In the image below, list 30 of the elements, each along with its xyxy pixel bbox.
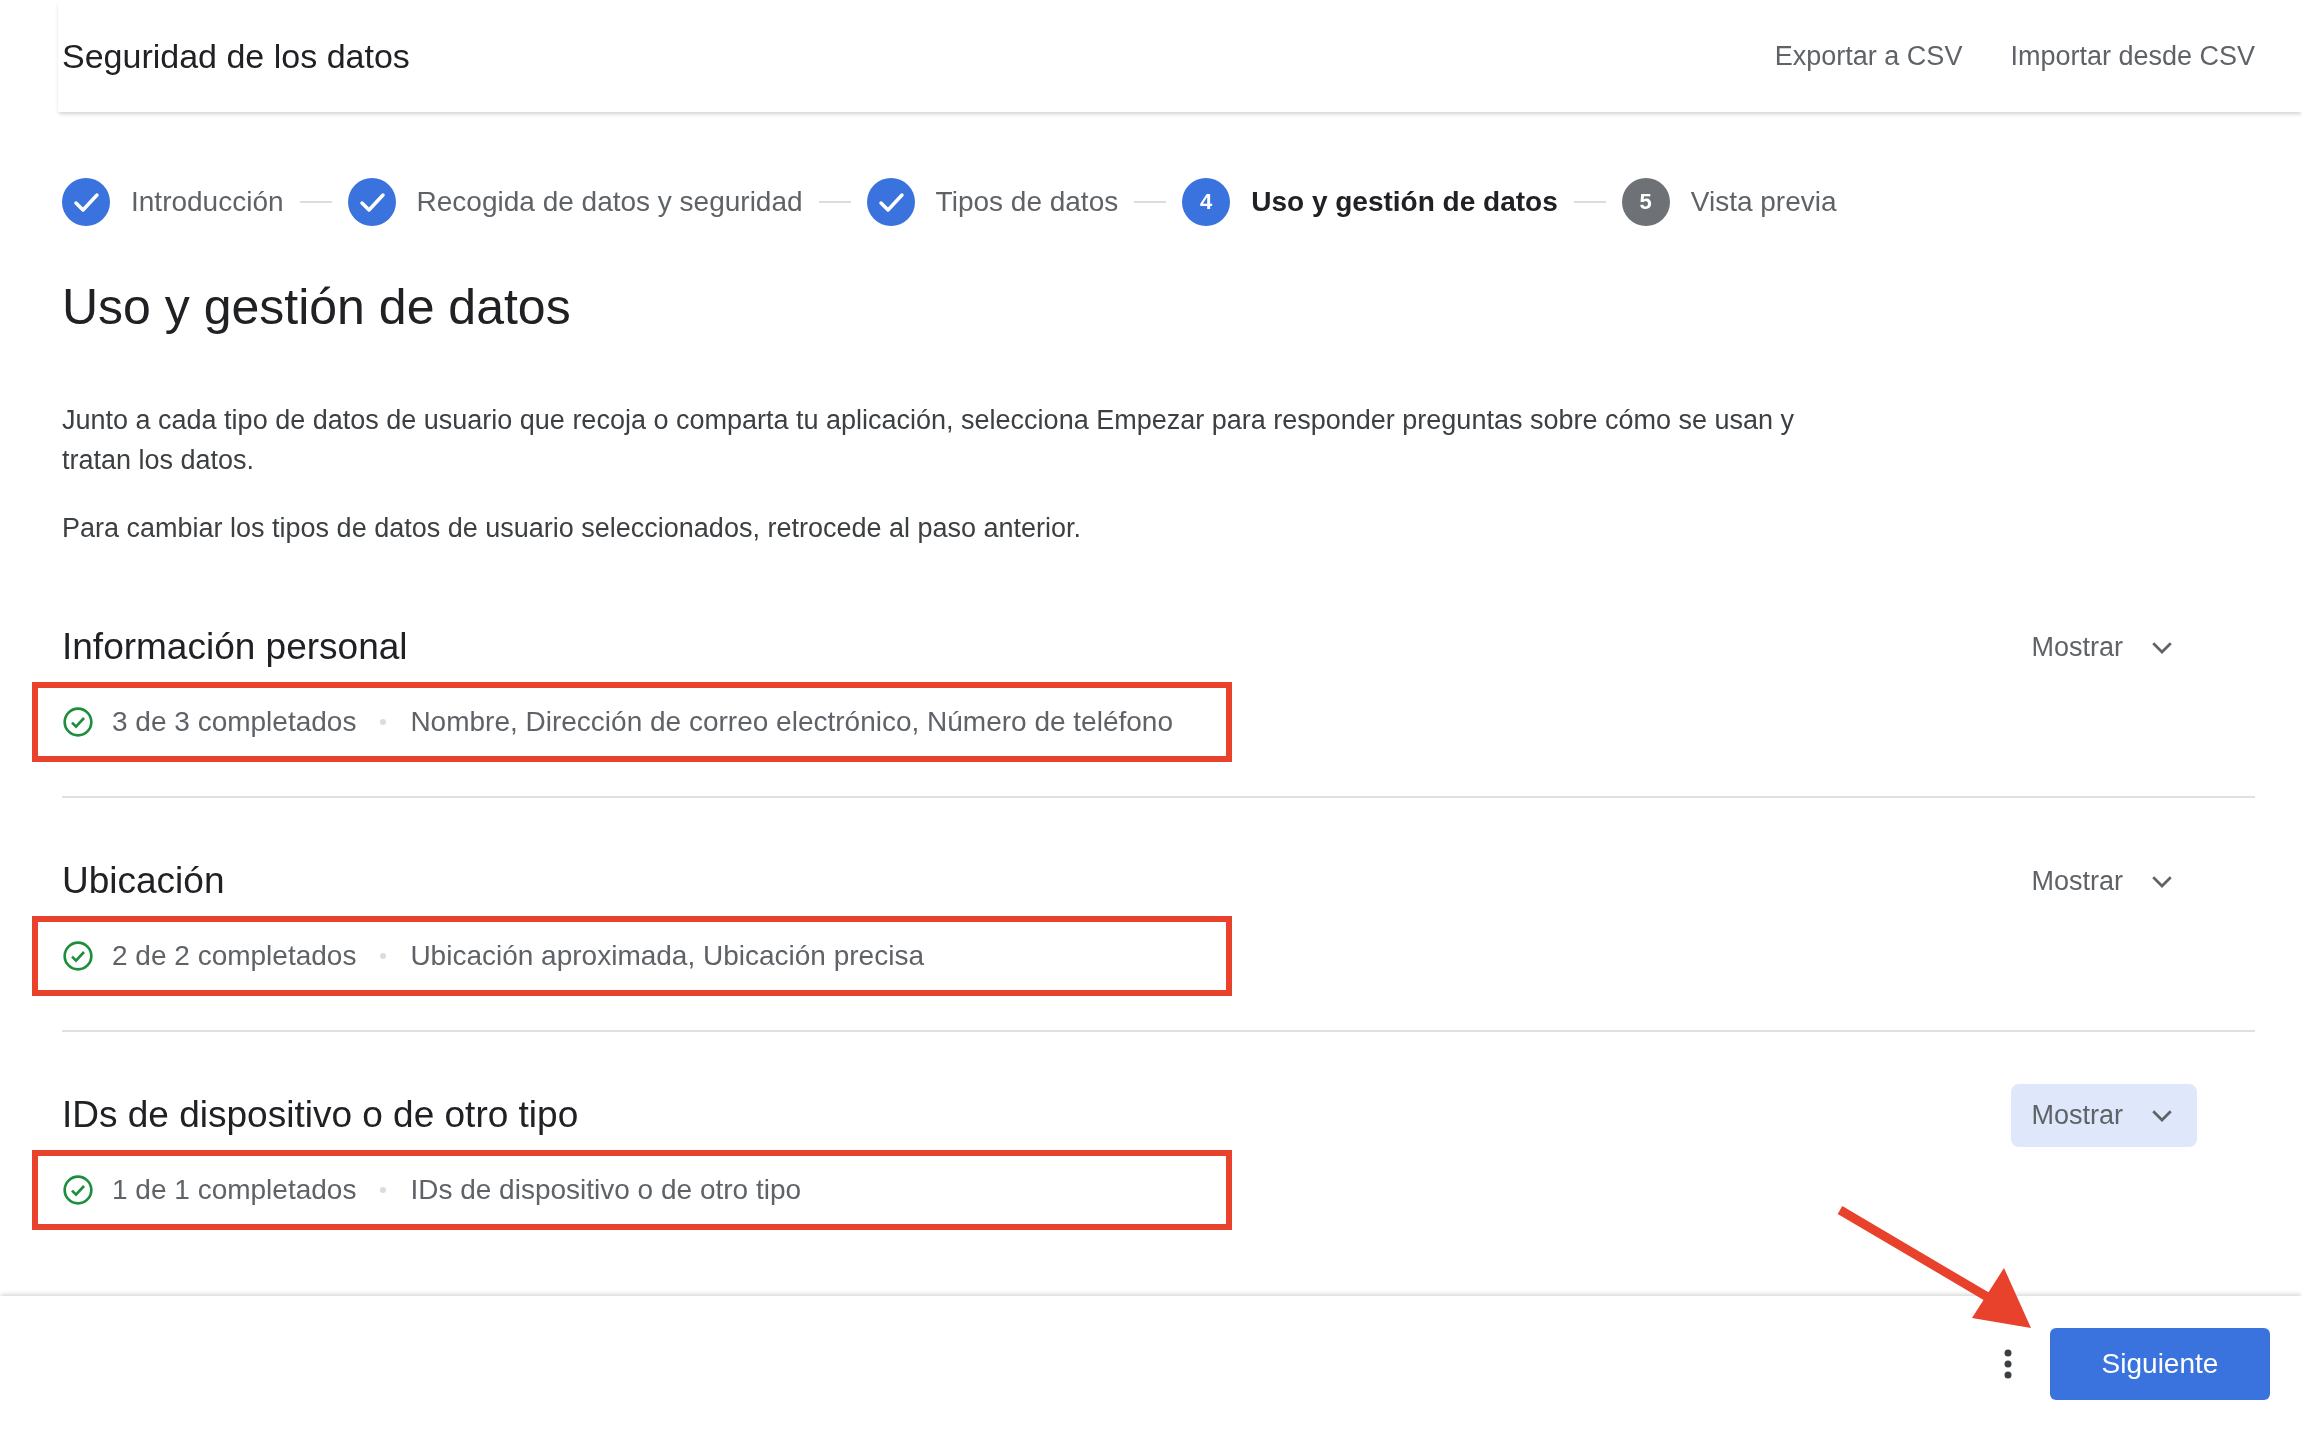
step-number: 4 — [1182, 178, 1231, 226]
section-heading: Ubicación — [62, 860, 225, 902]
check-circle-icon — [62, 940, 94, 972]
page-header-title: Seguridad de los datos — [62, 36, 410, 76]
progress-text: 2 de 2 completados — [112, 940, 357, 972]
section-heading: IDs de dispositivo o de otro tipo — [62, 1094, 579, 1136]
data-types-text: Nombre, Dirección de correo electrónico, Número de teléfono — [410, 706, 1173, 738]
step-label[interactable]: Recogida de datos y seguridad — [416, 186, 803, 218]
show-toggle-button[interactable]: Mostrar — [2011, 615, 2197, 679]
step-label[interactable]: Introducción — [131, 186, 284, 218]
check-circle-icon — [62, 706, 94, 738]
step-label[interactable]: Tipos de datos — [935, 186, 1119, 218]
progress-text: 1 de 1 completados — [112, 1174, 357, 1206]
show-toggle-button[interactable]: Mostrar — [2011, 1083, 2197, 1147]
data-types-text: IDs de dispositivo o de otro tipo — [410, 1174, 802, 1206]
description-text: Junto a cada tipo de datos de usuario que recoja o comparta tu aplicación, selecciona Empezar para responder preguntas sobre cómo se usan y tratan los datos. — [62, 404, 1796, 477]
step-number: 5 — [1621, 178, 1670, 226]
show-toggle-button[interactable]: Mostrar — [2011, 849, 2197, 913]
check-circle-icon — [62, 1174, 94, 1206]
header-link[interactable]: Importar desde CSV — [2010, 40, 2255, 72]
next-button[interactable]: Siguiente — [2050, 1328, 2270, 1400]
header-link[interactable]: Exportar a CSV — [1774, 40, 1963, 72]
step-label[interactable]: Vista previa — [1690, 186, 1837, 218]
description-text: Para cambiar los tipos de datos de usuario seleccionados, retrocede al paso anterior. — [62, 512, 1083, 545]
more-options-icon[interactable] — [2004, 1349, 2012, 1379]
page-heading: Uso y gestión de datos — [62, 278, 572, 336]
progress-text: 3 de 3 completados — [112, 706, 357, 738]
step-label[interactable]: Uso y gestión de datos — [1251, 186, 1558, 218]
section-heading: Información personal — [62, 626, 408, 668]
data-types-text: Ubicación aproximada, Ubicación precisa — [410, 940, 924, 972]
